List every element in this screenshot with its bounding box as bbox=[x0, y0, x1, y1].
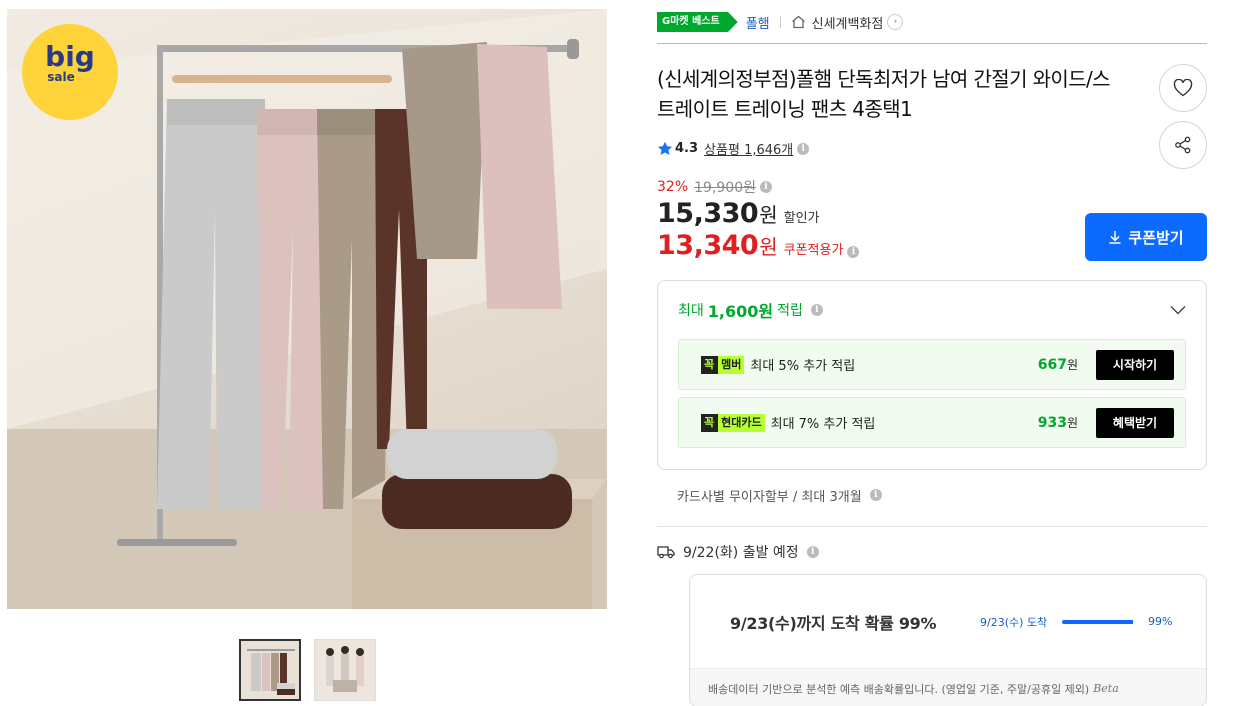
arrival-date: 9/23(수) 도착 bbox=[980, 615, 1048, 629]
home-icon bbox=[791, 15, 805, 29]
heart-icon bbox=[1173, 79, 1193, 97]
truck-icon bbox=[657, 546, 675, 559]
reward-row-amount: 667원 bbox=[1038, 356, 1078, 373]
wishlist-button[interactable] bbox=[1159, 64, 1207, 112]
member-tag: 멤버 bbox=[718, 355, 745, 374]
chevron-right-icon: › bbox=[887, 14, 904, 30]
delivery-prediction-box: 9/23(수)까지 도착 확률 99% 9/23(수) 도착 99% 배송데이터… bbox=[689, 574, 1207, 706]
reward-row-member: 꼭 멤버 최대 5% 추가 적립 667원 시작하기 bbox=[678, 339, 1186, 390]
thumbnail-2[interactable] bbox=[314, 639, 376, 701]
arrival-percent: 99% bbox=[1148, 615, 1173, 628]
depart-date: 9/22(화) 출발 예정 bbox=[683, 545, 799, 561]
hyundai-card-tag: 현대카드 bbox=[718, 413, 765, 432]
reward-row-amount-unit: 원 bbox=[1066, 358, 1078, 372]
delivery-prediction: 9/23(수)까지 도착 확률 99% 9/23(수) 도착 99% bbox=[690, 575, 1206, 668]
reward-row-amount-unit: 원 bbox=[1066, 416, 1078, 430]
coupon-price: 13,340 bbox=[657, 230, 759, 261]
title-row: (신세계의정부점)폴햄 단독최저가 남여 간절기 와이드/스트레이트 트레이닝 … bbox=[657, 64, 1207, 169]
star-icon bbox=[657, 141, 673, 155]
coupon-download-button[interactable]: 쿠폰받기 bbox=[1085, 213, 1207, 261]
delivery-footnote: 배송데이터 기반으로 분석한 예측 배송확률입니다. (영업일 기준, 주말/공… bbox=[690, 668, 1206, 706]
beta-label: Beta bbox=[1093, 682, 1119, 695]
chevron-down-icon bbox=[1170, 306, 1186, 315]
arrival-probability-text: 9/23(수)까지 도착 확률 99% bbox=[730, 613, 937, 633]
discount-percent: 32% bbox=[657, 179, 689, 195]
reward-row-hyundai-card: 꼭 현대카드 최대 7% 추가 적립 933원 혜택받기 bbox=[678, 397, 1186, 448]
share-button[interactable] bbox=[1159, 121, 1207, 169]
reward-row-text: 최대 7% 추가 적립 bbox=[770, 417, 876, 432]
info-icon[interactable]: i bbox=[797, 142, 810, 155]
review-link[interactable]: 상품평 1,646개 bbox=[704, 139, 793, 158]
rating-summary: 4.3 상품평 1,646개 i bbox=[657, 139, 1207, 158]
info-icon[interactable]: i bbox=[760, 181, 772, 193]
product-info-panel: G마켓 베스트 폴햄 신세계백화점 › (신세계의정부점)폴햄 단독최저가 남여… bbox=[657, 9, 1207, 706]
original-price: 19,900원 bbox=[694, 180, 756, 196]
info-icon[interactable]: i bbox=[810, 304, 823, 316]
store-link[interactable]: 신세계백화점 › bbox=[791, 13, 904, 32]
product-title: (신세계의정부점)폴햄 단독최저가 남여 간절기 와이드/스트레이트 트레이닝 … bbox=[657, 67, 1111, 121]
review-count: 1,646개 bbox=[744, 143, 794, 158]
sale-price-label: 할인가 bbox=[783, 211, 820, 226]
thumbnail-1[interactable] bbox=[239, 639, 301, 701]
thumbnail-list bbox=[239, 639, 376, 701]
installment-info: 카드사별 무이자할부 / 최대 3개월 i bbox=[657, 484, 1207, 506]
divider-top bbox=[657, 43, 1207, 44]
reward-suffix: 적립 bbox=[777, 303, 803, 319]
download-icon bbox=[1109, 231, 1121, 244]
clothing-rack-illustration bbox=[7, 9, 607, 609]
info-icon[interactable]: i bbox=[847, 246, 860, 258]
reward-amount: 1,600원 bbox=[707, 302, 774, 321]
brand-link[interactable]: 폴햄 bbox=[746, 13, 770, 32]
rating-score: 4.3 bbox=[675, 141, 699, 156]
reward-header[interactable]: 최대 1,600원 적립 i bbox=[678, 281, 1186, 339]
coupon-button-label: 쿠폰받기 bbox=[1128, 228, 1184, 247]
discount-line: 32% 19,900원 i bbox=[657, 177, 1207, 197]
coupon-price-unit: 원 bbox=[759, 235, 778, 259]
reward-row-amount: 933원 bbox=[1038, 414, 1078, 431]
thumbnail-rack-image bbox=[241, 641, 299, 699]
arrival-probability-fill bbox=[1062, 619, 1134, 624]
review-label: 상품평 bbox=[704, 143, 740, 158]
reward-row-amount-value: 667 bbox=[1037, 357, 1067, 373]
sale-price: 15,330 bbox=[657, 198, 759, 229]
big-sale-badge-big: big bbox=[45, 40, 95, 73]
product-main-image: big sale bbox=[7, 9, 607, 609]
sale-price-unit: 원 bbox=[759, 203, 778, 227]
info-icon[interactable]: i bbox=[869, 489, 882, 501]
shipping-row: 9/22(화) 출발 예정 i bbox=[657, 542, 1207, 562]
reward-row-text: 최대 5% 추가 적립 bbox=[750, 359, 856, 374]
get-benefit-button[interactable]: 혜택받기 bbox=[1096, 407, 1174, 438]
gmarket-best-badge[interactable]: G마켓 베스트 bbox=[657, 12, 738, 32]
reward-prefix: 최대 bbox=[678, 303, 704, 319]
reward-box: 최대 1,600원 적립 i 꼭 멤버 최대 5% 추가 적립 667원 시작하… bbox=[657, 280, 1207, 470]
share-icon bbox=[1175, 136, 1191, 154]
price-block: 32% 19,900원 i 15,330 원 할인가 13,340 원 쿠폰적용… bbox=[657, 177, 1207, 261]
kkok-logo: 꼭 bbox=[701, 355, 719, 374]
coupon-price-label: 쿠폰적용가 bbox=[783, 243, 844, 258]
store-name: 신세계백화점 bbox=[811, 16, 884, 32]
divider-middle bbox=[657, 526, 1207, 527]
info-icon[interactable]: i bbox=[806, 546, 819, 558]
arrival-probability-bar bbox=[1062, 619, 1134, 624]
installment-text: 카드사별 무이자할부 / 최대 3개월 bbox=[677, 489, 862, 505]
big-sale-badge: big sale bbox=[37, 40, 103, 84]
thumbnail-models-image bbox=[315, 640, 375, 700]
reward-row-amount-value: 933 bbox=[1037, 415, 1067, 431]
breadcrumb: G마켓 베스트 폴햄 신세계백화점 › bbox=[657, 9, 1207, 35]
breadcrumb-divider bbox=[779, 16, 781, 28]
reward-title: 최대 1,600원 적립 i bbox=[678, 298, 823, 322]
kkok-logo: 꼭 bbox=[701, 413, 719, 432]
footnote-text: 배송데이터 기반으로 분석한 예측 배송확률입니다. (영업일 기준, 주말/공… bbox=[708, 682, 1090, 696]
start-membership-button[interactable]: 시작하기 bbox=[1096, 349, 1174, 380]
